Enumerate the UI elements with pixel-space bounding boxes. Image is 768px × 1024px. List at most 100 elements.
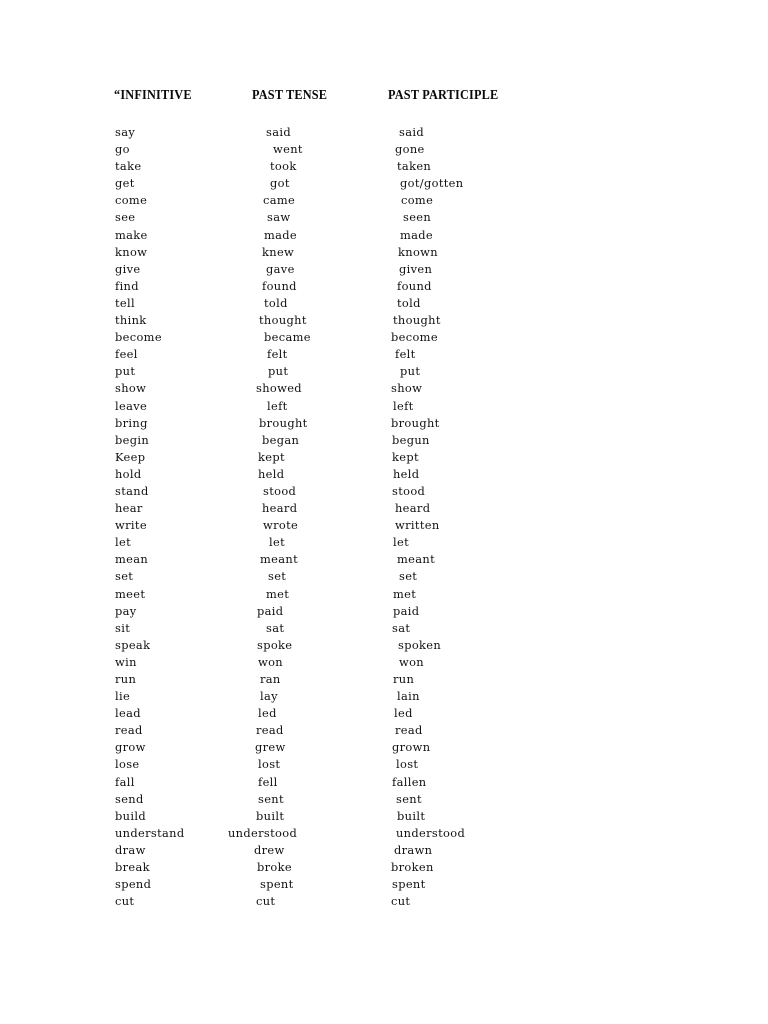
cell-past-participle: come xyxy=(401,193,434,208)
table-row: take took taken xyxy=(0,158,768,175)
cell-past-participle: met xyxy=(393,586,417,601)
cell-infinitive: feel xyxy=(115,347,138,362)
cell-past-participle: lain xyxy=(397,689,420,704)
cell-past-tense: won xyxy=(258,654,283,669)
cell-past-participle: meant xyxy=(397,552,435,567)
cell-past-participle: understood xyxy=(396,825,466,840)
cell-past-tense: read xyxy=(256,723,284,738)
cell-infinitive: fall xyxy=(115,774,135,789)
cell-past-participle: fallen xyxy=(392,774,427,789)
cell-past-tense: told xyxy=(264,295,288,310)
cell-past-participle: left xyxy=(393,398,414,413)
cell-past-tense: sent xyxy=(258,791,284,806)
cell-past-participle: kept xyxy=(392,449,419,464)
table-row: draw drew drawn xyxy=(0,842,768,859)
cell-past-participle: seen xyxy=(403,210,432,225)
cell-past-participle: broken xyxy=(391,860,434,875)
cell-infinitive: build xyxy=(115,808,146,823)
cell-past-tense: built xyxy=(256,808,285,823)
column-header-infinitive: “INFINITIVE xyxy=(114,87,192,102)
table-row: lie lay lain xyxy=(0,688,768,705)
cell-infinitive: lose xyxy=(115,757,140,772)
cell-infinitive: say xyxy=(115,125,136,139)
cell-past-tense: grew xyxy=(255,740,286,755)
table-row: build built built xyxy=(0,808,768,825)
cell-past-participle: thought xyxy=(393,313,441,328)
cell-infinitive: draw xyxy=(115,842,146,857)
cell-infinitive: bring xyxy=(115,415,148,430)
cell-past-tense: held xyxy=(258,466,285,481)
cell-infinitive: write xyxy=(115,518,147,533)
cell-past-tense: made xyxy=(264,227,298,242)
cell-past-participle: show xyxy=(391,381,423,396)
cell-infinitive: meet xyxy=(115,586,146,601)
cell-past-tense: became xyxy=(264,330,311,345)
cell-infinitive: break xyxy=(115,860,150,875)
table-row: hear heard heard xyxy=(0,500,768,517)
table-row: pay paid paid xyxy=(0,603,768,620)
cell-past-participle: spoken xyxy=(398,637,442,652)
table-row: put put put xyxy=(0,363,768,380)
cell-infinitive: spend xyxy=(115,877,152,892)
table-row: tell told told xyxy=(0,295,768,312)
cell-past-tense: gave xyxy=(266,261,295,276)
cell-infinitive: leave xyxy=(115,398,148,413)
cell-past-participle: set xyxy=(399,569,418,584)
cell-past-tense: went xyxy=(273,142,303,157)
table-row: break broke broken xyxy=(0,859,768,876)
cell-infinitive: hold xyxy=(115,466,142,481)
table-row: send sent sent xyxy=(0,791,768,808)
table-row: say said said xyxy=(0,124,768,141)
cell-infinitive: tell xyxy=(115,295,136,310)
table-row: cut cut cut xyxy=(0,893,768,910)
cell-past-participle: cut xyxy=(391,894,411,909)
cell-past-tense: drew xyxy=(254,842,285,857)
cell-past-participle: known xyxy=(398,244,438,259)
table-row: get got got/gotten xyxy=(0,175,768,192)
table-row: Keep kept kept xyxy=(0,449,768,466)
table-row: let let let xyxy=(0,534,768,551)
cell-infinitive: win xyxy=(115,654,137,669)
cell-infinitive: show xyxy=(115,381,147,396)
cell-past-tense: broke xyxy=(257,860,292,875)
cell-past-participle: run xyxy=(393,672,415,686)
table-row: make made made xyxy=(0,227,768,244)
table-row: think thought thought xyxy=(0,312,768,329)
cell-past-tense: kept xyxy=(258,449,285,464)
cell-past-participle: written xyxy=(395,518,440,533)
cell-past-tense: set xyxy=(268,569,287,584)
cell-past-participle: let xyxy=(393,535,410,550)
cell-past-tense: began xyxy=(262,432,300,447)
cell-infinitive: give xyxy=(115,261,141,276)
table-row: leave left left xyxy=(0,398,768,415)
cell-past-tense: spent xyxy=(260,877,294,892)
cell-past-participle: led xyxy=(394,706,413,721)
table-row: read read read xyxy=(0,722,768,739)
cell-past-tense: heard xyxy=(262,501,298,516)
cell-past-participle: held xyxy=(393,466,420,481)
irregular-verbs-table: say said said go went gone take took taken get got… xyxy=(0,124,768,910)
cell-infinitive: get xyxy=(115,176,135,191)
cell-past-tense: felt xyxy=(267,347,288,362)
cell-past-tense: spoke xyxy=(257,637,293,652)
table-row: know knew known xyxy=(0,244,768,261)
cell-past-participle: paid xyxy=(393,603,420,618)
cell-infinitive: lead xyxy=(115,706,141,721)
table-row: feel felt felt xyxy=(0,346,768,363)
cell-infinitive: begin xyxy=(115,432,150,447)
cell-past-participle: taken xyxy=(397,159,432,174)
cell-infinitive: speak xyxy=(115,637,151,652)
cell-past-participle: read xyxy=(395,723,423,738)
table-row: come came come xyxy=(0,192,768,209)
cell-past-tense: stood xyxy=(263,483,297,498)
cell-past-participle: brought xyxy=(391,415,440,430)
cell-infinitive: read xyxy=(115,723,143,738)
table-row: fall fell fallen xyxy=(0,774,768,791)
cell-infinitive: find xyxy=(115,278,139,293)
cell-infinitive: become xyxy=(115,330,162,345)
table-row: lead led led xyxy=(0,705,768,722)
cell-past-tense: lost xyxy=(258,757,281,772)
table-row: spend spent spent xyxy=(0,876,768,893)
cell-past-tense: wrote xyxy=(263,518,299,533)
column-header-past-participle: PAST PARTICIPLE xyxy=(388,87,499,102)
